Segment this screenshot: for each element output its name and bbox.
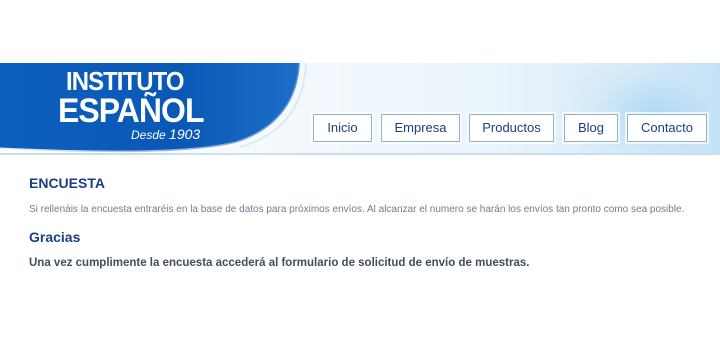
- nav-empresa[interactable]: Empresa: [381, 114, 460, 142]
- intro-paragraph: Si rellenáis la encuesta entraréis en la…: [29, 204, 685, 215]
- nav-blog[interactable]: Blog: [564, 114, 618, 142]
- logo-tagline-prefix: Desde: [131, 128, 170, 142]
- page: INSTITUTO ESPAÑOL Desde 1903 Inicio Empr…: [0, 0, 720, 340]
- nav-inicio[interactable]: Inicio: [313, 114, 372, 142]
- page-title: ENCUESTA: [29, 175, 105, 191]
- nav-productos[interactable]: Productos: [469, 114, 554, 142]
- nav-contacto[interactable]: Contacto: [627, 114, 707, 142]
- logo-tagline-year: 1903: [169, 126, 201, 142]
- instituto-espanol-logo[interactable]: INSTITUTO ESPAÑOL Desde 1903: [52, 66, 212, 144]
- form-access-note: Una vez cumplimente la encuesta accederá…: [29, 257, 530, 269]
- main-content: ENCUESTA Si rellenáis la encuesta entrar…: [0, 153, 720, 273]
- section-heading-gracias: Gracias: [29, 229, 81, 245]
- logo-tagline: Desde 1903: [131, 126, 200, 142]
